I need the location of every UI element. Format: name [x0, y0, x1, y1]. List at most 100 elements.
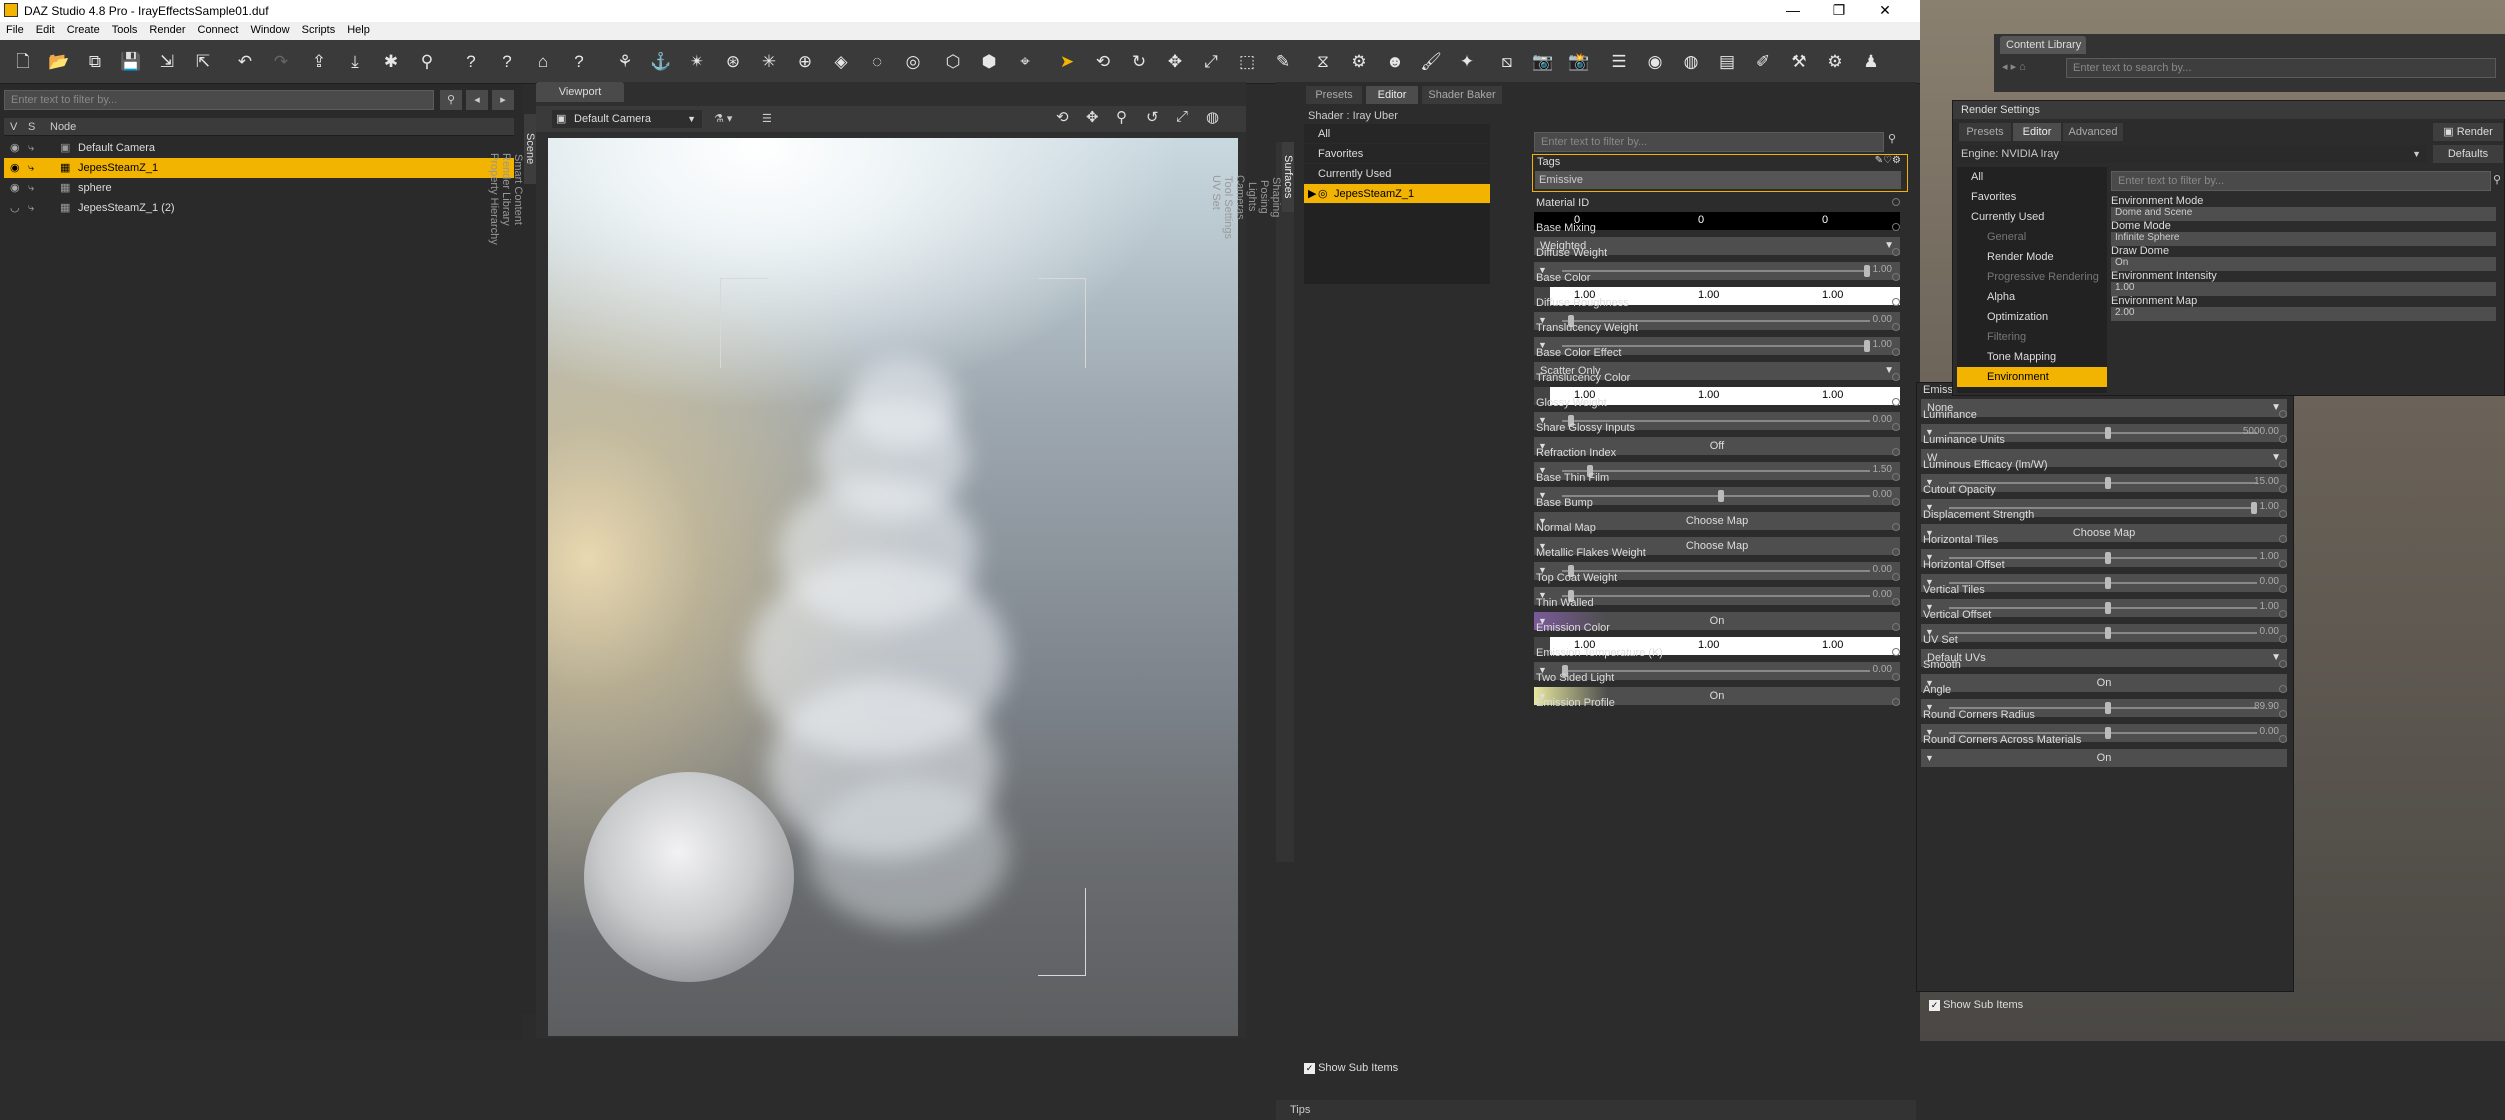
- property-options-icon[interactable]: [1892, 623, 1900, 631]
- region-nav-icon[interactable]: ⧅: [1494, 49, 1520, 75]
- power-pose-icon[interactable]: ☻: [1382, 49, 1408, 75]
- next-arrow-icon[interactable]: ▸: [492, 90, 514, 110]
- render-group-item[interactable]: Optimization: [1957, 307, 2107, 327]
- property-options-icon[interactable]: [2279, 585, 2287, 593]
- tab-smart-content[interactable]: Smart Content: [512, 134, 524, 244]
- zoom-icon[interactable]: ⚲: [1116, 108, 1138, 130]
- property-options-icon[interactable]: [1892, 548, 1900, 556]
- scene-node-row[interactable]: ◉ ⤷ ▦ sphere: [4, 178, 514, 198]
- property-options-icon[interactable]: [1892, 273, 1900, 281]
- tab-surfaces[interactable]: Surfaces: [1282, 142, 1294, 212]
- distant-light-icon[interactable]: ✳: [756, 49, 782, 75]
- render-icon[interactable]: 📷: [1530, 49, 1556, 75]
- scene-node-row[interactable]: ◉ ⤷ ▣ Default Camera: [4, 138, 514, 158]
- search-icon[interactable]: ⚲: [1888, 132, 1896, 145]
- nav-arrows-icon[interactable]: ◂ ▸ ⌂: [2002, 60, 2048, 73]
- render-filter-input[interactable]: Enter text to filter by...: [2111, 171, 2491, 191]
- property-options-icon[interactable]: [2279, 460, 2287, 468]
- export-icon[interactable]: ⇱: [190, 49, 216, 75]
- list-item[interactable]: Currently Used: [1304, 164, 1490, 184]
- property-options-icon[interactable]: [1892, 323, 1900, 331]
- tab-presets[interactable]: Presets: [1306, 86, 1362, 104]
- surface-selection-icon[interactable]: ⬚: [1234, 49, 1260, 75]
- sphere-object[interactable]: [584, 772, 794, 982]
- roll-icon[interactable]: ↺: [1146, 108, 1168, 130]
- render-group-item[interactable]: Alpha: [1957, 287, 2107, 307]
- property-options-icon[interactable]: [1892, 348, 1900, 356]
- property-options-icon[interactable]: [1892, 398, 1900, 406]
- property-options-icon[interactable]: [1892, 698, 1900, 706]
- geometry-icon[interactable]: ◌: [864, 49, 890, 75]
- property-row[interactable]: Emission Profile: [1532, 696, 1904, 734]
- undo-icon[interactable]: ↶: [232, 49, 258, 75]
- search-icon[interactable]: ⚲: [440, 90, 462, 110]
- property-options-icon[interactable]: [2279, 535, 2287, 543]
- whats-this-icon[interactable]: ?: [458, 49, 484, 75]
- map-menu-icon[interactable]: ▼: [1925, 749, 1934, 767]
- property-value[interactable]: 2.00: [2111, 307, 2496, 321]
- viewport-tab[interactable]: Viewport: [536, 82, 624, 102]
- property-options-icon[interactable]: [1892, 473, 1900, 481]
- user-icon[interactable]: ♟: [1858, 49, 1884, 75]
- pose-icon[interactable]: ⚲: [414, 49, 440, 75]
- tab-posing[interactable]: Posing: [1258, 162, 1270, 232]
- scale-icon[interactable]: ⤢: [1198, 49, 1224, 75]
- tips-bar[interactable]: Tips: [1276, 1100, 1916, 1120]
- tags-field[interactable]: Tags ✎♡⚙ Emissive: [1532, 154, 1908, 192]
- deformer-icon[interactable]: ▤: [1714, 49, 1740, 75]
- scene-node-row[interactable]: ◡ ⤷ ▦ JepesSteamZ_1 (2): [4, 198, 514, 218]
- content-search-input[interactable]: Enter text to search by...: [2066, 58, 2496, 78]
- render-group-item[interactable]: Environment: [1957, 367, 2107, 387]
- property-options-icon[interactable]: [1892, 573, 1900, 581]
- property-value[interactable]: On: [2111, 257, 2496, 271]
- property-options-icon[interactable]: [1892, 523, 1900, 531]
- rotate-icon[interactable]: ↻: [1126, 49, 1152, 75]
- col-visible[interactable]: V: [10, 118, 17, 136]
- iray-icon[interactable]: ◉: [1642, 49, 1668, 75]
- tab-uv-set[interactable]: UV Set: [1210, 162, 1222, 222]
- property-options-icon[interactable]: [2279, 510, 2287, 518]
- viewport-menu-icon[interactable]: ☰: [762, 110, 780, 128]
- camera-add-icon[interactable]: ⊕: [792, 49, 818, 75]
- target-icon[interactable]: ◎: [900, 49, 926, 75]
- content-icon[interactable]: ✦: [1454, 49, 1480, 75]
- tab-lights[interactable]: Lights: [1246, 162, 1258, 232]
- property-options-icon[interactable]: [2279, 660, 2287, 668]
- col-selectable[interactable]: S: [28, 118, 35, 136]
- pan-icon[interactable]: ✥: [1086, 108, 1108, 130]
- restore-button[interactable]: ❐: [1816, 0, 1862, 22]
- joint-tool-icon[interactable]: ⚙: [1346, 49, 1372, 75]
- menu-file[interactable]: File: [0, 22, 30, 36]
- surface-item-selected[interactable]: ▶ ◎ JepesSteamZ_1: [1304, 184, 1490, 204]
- render-settings-icon[interactable]: 📸: [1566, 49, 1592, 75]
- point-light-icon[interactable]: ⊛: [720, 49, 746, 75]
- import-icon[interactable]: ⇲: [154, 49, 180, 75]
- render-property-row[interactable]: Environment Intensity 1.00: [2111, 270, 2501, 296]
- property-options-icon[interactable]: [2279, 410, 2287, 418]
- scene-filter-input[interactable]: Enter text to filter by...: [4, 90, 434, 110]
- checkbox-icon[interactable]: ✓: [1929, 1000, 1940, 1011]
- menu-help[interactable]: Help: [341, 22, 376, 36]
- settings-icon[interactable]: ⚙: [1822, 49, 1848, 75]
- menu-scripts[interactable]: Scripts: [296, 22, 342, 36]
- material-icon[interactable]: ◍: [1678, 49, 1704, 75]
- orbit-icon[interactable]: ⟲: [1056, 108, 1078, 130]
- property-options-icon[interactable]: [2279, 735, 2287, 743]
- menu-window[interactable]: Window: [244, 22, 295, 36]
- tab-presets[interactable]: Presets: [1959, 123, 2011, 141]
- frame-icon[interactable]: ⤢: [1176, 108, 1198, 130]
- new-file-icon[interactable]: 🗋: [10, 49, 36, 75]
- tab-shader-baker[interactable]: Shader Baker: [1422, 86, 1502, 104]
- translate-icon[interactable]: ✥: [1162, 49, 1188, 75]
- joint-editor-icon[interactable]: ⚓: [648, 49, 674, 75]
- drop-to-floor-icon[interactable]: ⤓: [342, 49, 368, 75]
- prev-arrow-icon[interactable]: ◂: [466, 90, 488, 110]
- brush-icon[interactable]: 🖌: [1418, 49, 1444, 75]
- geometry-editor-icon[interactable]: ✎: [1270, 49, 1296, 75]
- timeline-icon[interactable]: ☰: [1606, 49, 1632, 75]
- engine-select[interactable]: Engine: NVIDIA Iray ▼: [1957, 145, 2427, 163]
- property-options-icon[interactable]: [1892, 373, 1900, 381]
- node-selection-icon[interactable]: ➤: [1054, 49, 1080, 75]
- render-group-item[interactable]: Filtering: [1957, 327, 2107, 347]
- show-sub-items-2[interactable]: ✓ Show Sub Items: [1929, 999, 2023, 1011]
